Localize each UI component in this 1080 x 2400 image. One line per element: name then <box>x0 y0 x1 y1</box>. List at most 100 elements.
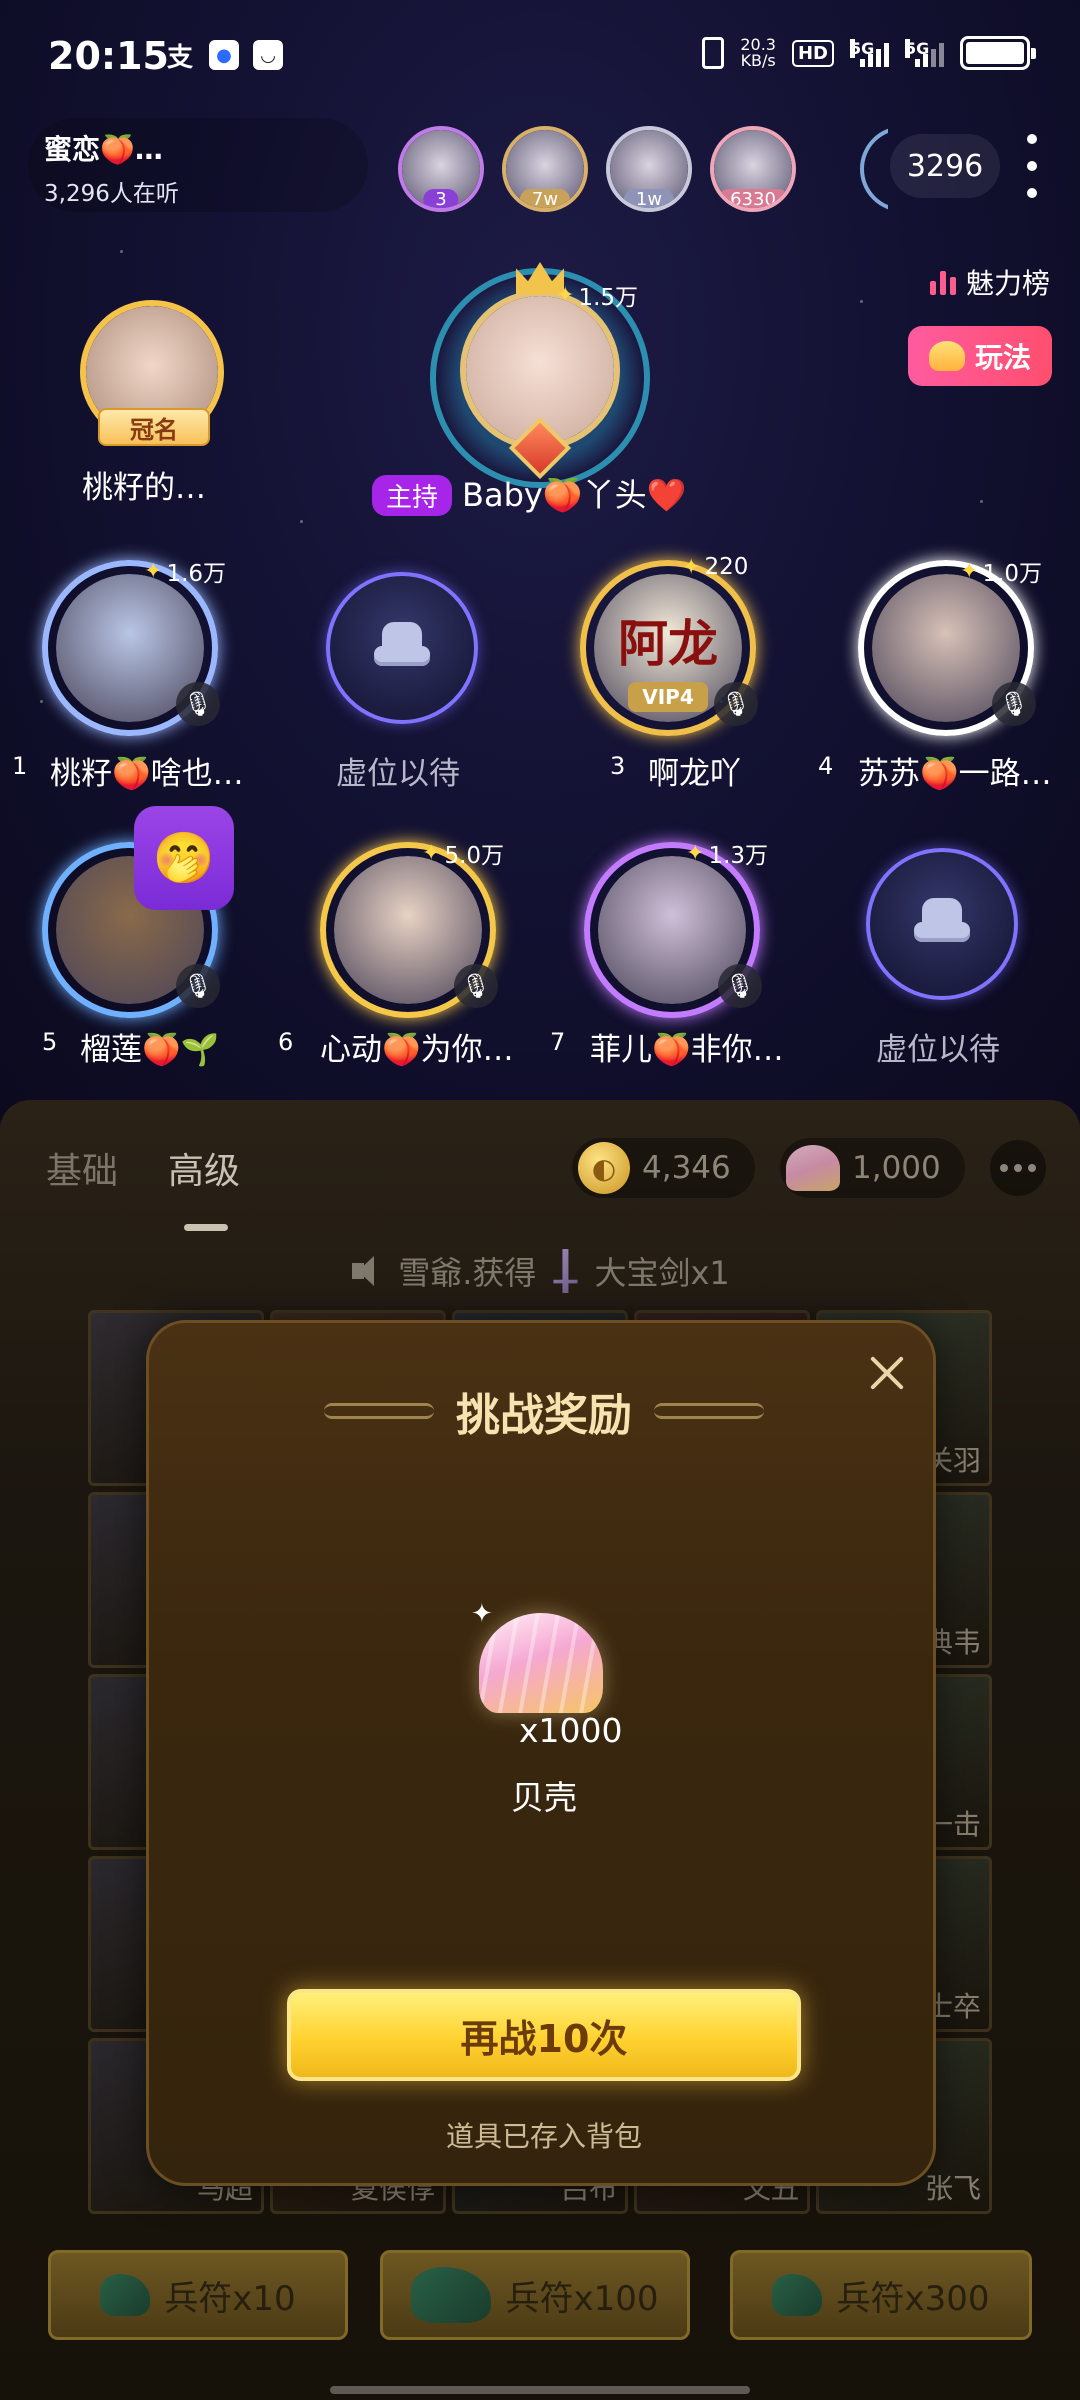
close-icon[interactable] <box>865 1351 909 1395</box>
title-decoration-left <box>324 1403 434 1419</box>
tab-indicator <box>184 1224 228 1231</box>
empty-seat-label: 虚位以待 <box>876 1032 1000 1068</box>
seat-number: 5 <box>42 1028 58 1056</box>
dialog-title: 挑战奖励 <box>456 1390 632 1441</box>
charm-ranking-button[interactable]: 魅力榜 <box>929 262 1050 302</box>
reward-quantity: x1000 <box>519 1711 623 1750</box>
contributor-badge: 3 <box>423 189 459 208</box>
alipay-icon: 支 <box>166 42 193 73</box>
seat-name: 心动🍑为你… <box>320 1032 514 1068</box>
signal-icon-2: 5G <box>905 39 944 67</box>
play-label: 玩法 <box>974 341 1031 374</box>
top-contributor-avatar[interactable]: 7w <box>502 126 588 212</box>
tab-basic[interactable]: 基础 <box>46 1142 118 1194</box>
vibrate-icon <box>702 37 725 69</box>
online-count-button[interactable]: 3296 <box>890 134 1000 198</box>
seat-name: 桃籽🍑啥也… <box>50 756 244 792</box>
top-contributor-avatar[interactable]: 1w <box>606 126 692 212</box>
top-contributor-avatar[interactable]: 3 <box>398 126 484 212</box>
challenge-reward-dialog: 挑战奖励 ✦ x1000 贝壳 再战10次 道具已存入背包 <box>146 1320 936 2186</box>
chair-icon <box>914 898 970 950</box>
host-name-row: 主持 Baby🍑丫头❤️ <box>372 470 687 516</box>
seat-score: 1.0万 <box>960 554 1042 588</box>
host-score: 1.5万 <box>556 278 638 312</box>
duck-icon <box>928 341 965 371</box>
coin-amount: 4,346 <box>642 1150 731 1186</box>
notice-user: 雪爺.获得 <box>398 1254 537 1292</box>
status-time: 20:15 <box>48 34 169 78</box>
home-indicator[interactable] <box>330 2386 750 2394</box>
reward-name: 贝壳 <box>511 1778 577 1817</box>
battery-icon <box>960 36 1036 70</box>
seat-name: 苏苏🍑一路… <box>858 756 1052 792</box>
chair-icon <box>374 622 430 674</box>
shell-ribs <box>479 1613 603 1713</box>
seat-name: 啊龙吖 <box>648 756 741 792</box>
seat-score: 1.3万 <box>686 836 768 870</box>
baidu-icon: ● <box>209 40 239 70</box>
beast-icon <box>772 2274 823 2316</box>
status-bar: 20:15 支 ● ◡ 20.3 KB/s HD 5G 5G <box>0 0 1080 110</box>
crown-name-tag: 冠名 <box>98 408 210 446</box>
coin-balance[interactable]: ◐ 4,346 <box>572 1138 755 1198</box>
mic-muted-icon: 🎙 <box>992 682 1036 726</box>
notification-icons: 支 ● ◡ <box>165 40 283 73</box>
title-decoration-right <box>654 1403 764 1419</box>
beast-icon <box>411 2267 492 2323</box>
mic-muted-icon: 🎙 <box>176 682 220 726</box>
seat-name: 榴莲🍑🌱 <box>80 1032 220 1068</box>
seat-badge-text: 阿龙 <box>618 615 718 673</box>
message-icon: ◡ <box>253 40 283 70</box>
room-info[interactable]: 蜜恋🍑… 3,296人在听 <box>28 118 368 212</box>
signal-label-2: 5G <box>905 39 930 58</box>
seat-number: 7 <box>550 1028 566 1056</box>
seat-number: 4 <box>818 752 834 780</box>
top-contributors: 3 7w 1w 6330 <box>398 118 888 218</box>
mic-muted-icon: 🎙 <box>714 682 758 726</box>
bingfu-x300-label: 兵符x300 <box>836 2278 990 2319</box>
beast-icon <box>100 2274 151 2316</box>
retry-10-button[interactable]: 再战10次 <box>287 1989 801 2081</box>
signal-label: 5G <box>850 39 875 58</box>
play-button[interactable]: 玩法 <box>908 326 1052 386</box>
top-contributor-avatar[interactable] <box>860 126 888 212</box>
signal-icon: 5G <box>850 39 889 67</box>
empty-seat-label: 虚位以待 <box>336 756 460 792</box>
tab-advanced[interactable]: 高级 <box>168 1142 240 1194</box>
bingfu-x10-button[interactable]: 兵符x10 <box>48 2250 348 2340</box>
listener-count: 3,296人在听 <box>44 181 179 207</box>
emoji-reaction-bubble: 🤭 <box>134 806 234 910</box>
bingfu-x300-button[interactable]: 兵符x300 <box>730 2250 1032 2340</box>
more-menu-icon[interactable] <box>1022 134 1042 198</box>
network-speed-unit: KB/s <box>740 51 776 70</box>
seat-name: 菲儿🍑非你… <box>590 1032 784 1068</box>
bingfu-x100-button[interactable]: 兵符x100 <box>380 2250 690 2340</box>
shell-reward-icon <box>479 1613 603 1717</box>
seat-score: 220 <box>682 554 748 580</box>
bingfu-x10-label: 兵符x10 <box>164 2278 296 2319</box>
battery-level <box>966 42 1024 64</box>
shell-amount: 1,000 <box>852 1150 941 1186</box>
mic-muted-icon: 🎙 <box>718 964 762 1008</box>
mic-muted-icon: 🎙 <box>454 964 498 1008</box>
system-indicators: 20.3 KB/s HD 5G 5G <box>702 36 1036 70</box>
shell-balance[interactable]: 1,000 <box>780 1138 965 1198</box>
bingfu-x100-label: 兵符x100 <box>505 2278 659 2319</box>
host-tag: 主持 <box>372 475 453 516</box>
seat-score: 1.6万 <box>144 554 226 588</box>
crown-seat-name: 桃籽的… <box>82 470 206 506</box>
seat-number: 1 <box>12 752 28 780</box>
room-name: 蜜恋🍑… <box>44 133 163 166</box>
seat-number: 6 <box>278 1028 294 1056</box>
vip-badge: VIP4 <box>628 682 708 712</box>
contributor-badge: 7w <box>519 189 571 208</box>
sword-icon <box>553 1249 578 1293</box>
notice-item: 大宝剑x1 <box>594 1254 730 1292</box>
top-contributor-avatar[interactable]: 6330 <box>710 126 796 212</box>
broadcast-notice: 雪爺.获得 大宝剑x1 <box>0 1248 1080 1294</box>
hero-card-label: 张飞 <box>924 2172 981 2205</box>
charm-ranking-label: 魅力榜 <box>965 267 1050 300</box>
panel-more-button[interactable] <box>990 1140 1046 1196</box>
mic-muted-icon: 🎙 <box>176 964 220 1008</box>
seat-score: 5.0万 <box>422 836 504 870</box>
